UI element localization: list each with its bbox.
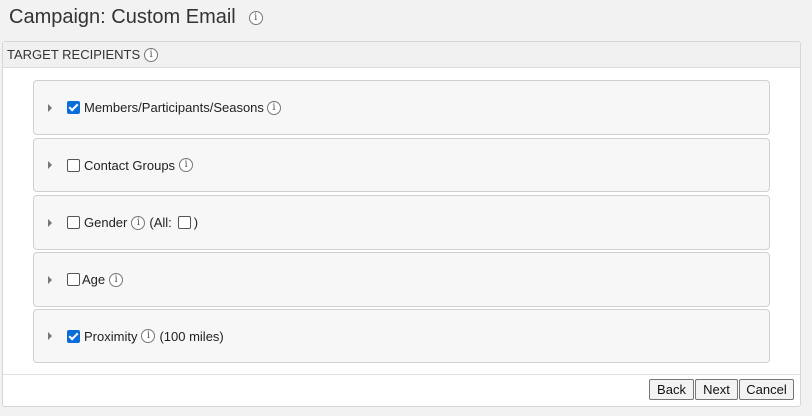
gender-checkbox[interactable]: [67, 216, 80, 229]
footer-divider: [3, 374, 800, 375]
next-button[interactable]: Next: [695, 379, 738, 400]
section-gender[interactable]: Gender i (All: ): [33, 195, 770, 250]
gender-all-group: (All: ): [149, 215, 198, 230]
section-label: Contact Groups: [84, 157, 176, 173]
target-recipients-panel: TARGET RECIPIENTS i Members/Participants…: [2, 41, 801, 407]
page-title-text: Campaign: Custom Email: [9, 6, 236, 28]
contact-groups-checkbox[interactable]: [67, 158, 80, 172]
section-members[interactable]: Members/Participants/Seasons i: [33, 80, 770, 135]
gender-all-prefix: (All:: [149, 215, 172, 230]
expand-caret-icon[interactable]: [48, 103, 52, 112]
panel-header: TARGET RECIPIENTS i: [3, 42, 800, 68]
info-icon[interactable]: i: [248, 10, 263, 25]
page-title: Campaign: Custom Email i: [9, 6, 263, 29]
gender-all-suffix: ): [193, 215, 199, 230]
age-checkbox[interactable]: [67, 273, 80, 286]
info-icon[interactable]: i: [141, 329, 156, 343]
info-icon[interactable]: i: [266, 100, 281, 115]
proximity-checkbox[interactable]: [67, 329, 80, 343]
panel-header-title: TARGET RECIPIENTS: [7, 47, 141, 62]
section-label: Proximity: [84, 328, 138, 344]
section-label: Gender: [84, 215, 128, 230]
expand-caret-icon[interactable]: [48, 161, 52, 169]
gender-all-checkbox[interactable]: [177, 216, 191, 229]
expand-caret-icon[interactable]: [48, 332, 52, 340]
info-icon[interactable]: i: [131, 215, 146, 230]
section-age[interactable]: Age i: [33, 252, 770, 307]
info-icon[interactable]: i: [179, 158, 194, 172]
proximity-distance: (100 miles): [159, 328, 224, 344]
info-icon[interactable]: i: [109, 272, 124, 287]
info-icon[interactable]: i: [144, 47, 159, 62]
cancel-button[interactable]: Cancel: [739, 379, 794, 400]
members-checkbox[interactable]: [67, 101, 80, 114]
back-button[interactable]: Back: [649, 379, 694, 400]
section-label: Members/Participants/Seasons: [84, 100, 264, 115]
section-label: Age: [82, 272, 106, 287]
section-proximity[interactable]: Proximity i (100 miles): [33, 309, 770, 363]
section-contact-groups[interactable]: Contact Groups i: [33, 138, 770, 192]
expand-caret-icon[interactable]: [48, 218, 52, 227]
expand-caret-icon[interactable]: [48, 275, 52, 284]
